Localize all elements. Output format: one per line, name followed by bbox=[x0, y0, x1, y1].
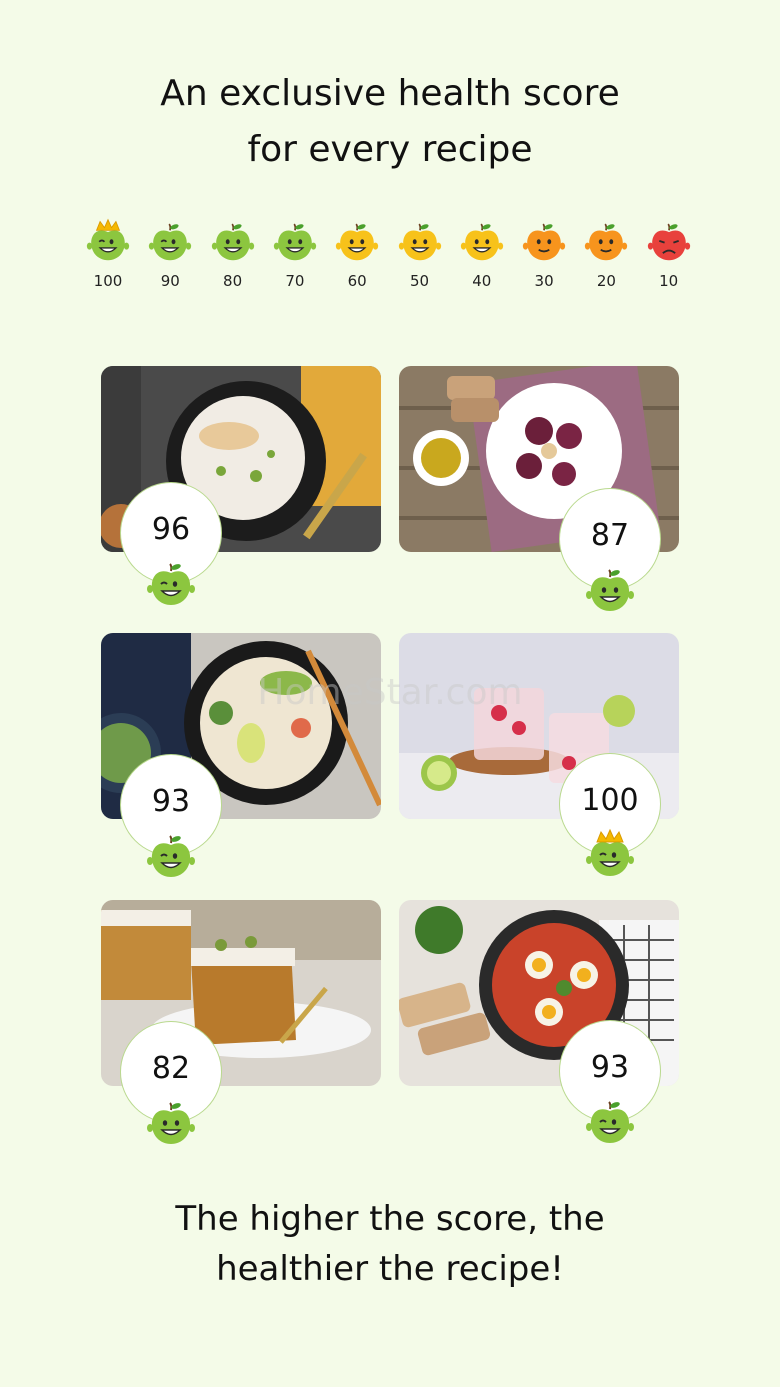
health-score-value: 93 bbox=[590, 1050, 630, 1085]
score-level-90: 90 bbox=[140, 218, 200, 290]
apple-face-icon bbox=[585, 563, 635, 618]
score-level-label: 40 bbox=[472, 272, 492, 290]
apple-mascot-icon bbox=[576, 218, 636, 262]
apple-mascot-icon bbox=[203, 218, 263, 262]
health-score-badge: 93 bbox=[121, 755, 221, 877]
health-score-badge: 82 bbox=[121, 1022, 221, 1144]
recipe-card[interactable]: 96 bbox=[101, 366, 381, 605]
score-level-20: 20 bbox=[576, 218, 636, 290]
health-score-badge: 87 bbox=[560, 489, 660, 611]
recipe-card[interactable]: 100 bbox=[399, 633, 679, 876]
score-level-label: 80 bbox=[223, 272, 243, 290]
score-level-70: 70 bbox=[265, 218, 325, 290]
score-level-label: 50 bbox=[409, 272, 430, 290]
score-level-40: 40 bbox=[452, 218, 512, 290]
footer-tagline: The higher the score, the healthier the … bbox=[0, 1194, 780, 1294]
apple-face-icon bbox=[585, 828, 635, 883]
headline: An exclusive health score for every reci… bbox=[0, 66, 780, 178]
score-level-label: 30 bbox=[534, 272, 554, 290]
health-score-value: 100 bbox=[581, 783, 639, 818]
apple-mascot-icon bbox=[514, 218, 574, 262]
apple-mascot-icon bbox=[327, 218, 387, 262]
footer-line-1: The higher the score, the bbox=[175, 1199, 605, 1239]
score-level-label: 70 bbox=[285, 272, 305, 290]
health-score-value: 87 bbox=[590, 518, 630, 553]
apple-mascot-icon bbox=[452, 218, 512, 262]
score-level-80: 80 bbox=[203, 218, 263, 290]
apple-mascot-icon bbox=[265, 218, 325, 262]
apple-face-icon bbox=[146, 1096, 196, 1151]
score-level-50: 50 bbox=[390, 218, 450, 290]
health-score-scale: 100 90 80 70 60 50 40 30 20 10 bbox=[0, 218, 780, 308]
score-level-10: 10 bbox=[639, 218, 699, 290]
health-score-value: 96 bbox=[151, 512, 191, 547]
health-score-badge: 93 bbox=[560, 1021, 660, 1143]
recipe-card[interactable]: 93 bbox=[101, 633, 381, 877]
recipe-card[interactable]: 93 bbox=[399, 900, 679, 1143]
health-score-badge: 100 bbox=[560, 754, 660, 876]
apple-mascot-icon bbox=[639, 218, 699, 262]
score-level-label: 60 bbox=[347, 272, 367, 290]
footer-line-2: healthier the recipe! bbox=[216, 1249, 564, 1289]
score-level-label: 90 bbox=[160, 272, 180, 290]
score-level-30: 30 bbox=[514, 218, 574, 290]
recipe-card[interactable]: 87 bbox=[399, 366, 679, 611]
apple-face-icon bbox=[146, 829, 196, 884]
apple-face-icon bbox=[146, 557, 196, 612]
score-level-100: 100 bbox=[78, 218, 138, 290]
recipe-card[interactable]: 82 bbox=[101, 900, 381, 1144]
score-level-label: 100 bbox=[93, 272, 123, 290]
score-level-label: 20 bbox=[596, 272, 616, 290]
headline-line-2: for every recipe bbox=[247, 129, 533, 170]
health-score-value: 82 bbox=[151, 1051, 191, 1086]
score-level-label: 10 bbox=[659, 272, 679, 290]
apple-mascot-icon bbox=[78, 218, 138, 262]
health-score-badge: 96 bbox=[121, 483, 221, 605]
apple-mascot-icon bbox=[390, 218, 450, 262]
score-level-60: 60 bbox=[327, 218, 387, 290]
apple-face-icon bbox=[585, 1095, 635, 1150]
health-score-value: 93 bbox=[151, 784, 191, 819]
headline-line-1: An exclusive health score bbox=[160, 73, 620, 114]
apple-mascot-icon bbox=[140, 218, 200, 262]
